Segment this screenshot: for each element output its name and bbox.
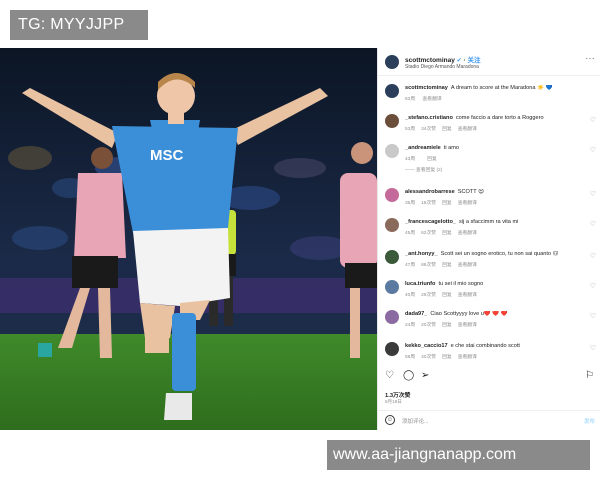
comment-text: e che stai combinando scott (450, 343, 520, 349)
post-button[interactable]: 发布 (584, 417, 595, 425)
translate-link[interactable]: 查看翻译 (422, 97, 441, 102)
heart-icon[interactable]: ♡ (590, 312, 596, 320)
avatar[interactable] (385, 310, 399, 324)
translate-link[interactable]: 查看翻译 (458, 127, 477, 132)
post-location[interactable]: Stadio Diego Armando Maradona (405, 64, 479, 70)
follow-button[interactable]: 关注 (468, 57, 481, 64)
comment-user[interactable]: _francescagelotto_ (405, 219, 456, 225)
translate-link[interactable]: 查看翻译 (458, 201, 477, 206)
comment-time: 45周 (405, 231, 416, 236)
reply-link[interactable]: 回复 (442, 323, 452, 328)
watermark-bottom: www.aa-jiangnanapp.com (327, 440, 590, 470)
avatar[interactable] (385, 280, 399, 294)
avatar[interactable] (385, 55, 399, 69)
comment-text: Ciao Scottyyyy love u❤️ ❤️ ❤️ (430, 311, 508, 317)
reply-link[interactable]: 回复 (442, 293, 452, 298)
comment-user[interactable]: _ant.honyy_ (405, 251, 438, 257)
comment-item: _andreamiele ti amo 43周 回复 ♡ —— 查看回复 (2) (378, 144, 600, 174)
comment-user[interactable]: _stefano.cristiano (405, 115, 453, 121)
comment-text: Scott sei un sogno erotico, tu non sai q… (440, 251, 559, 257)
reply-link[interactable]: 回复 (442, 263, 452, 268)
comment-item: alessandrobarrese SCOTT 😍 35周 18次赞 回复 查看翻译 ♡ (378, 188, 600, 218)
caption-time: 63周 (405, 97, 416, 102)
caption: scottmctominay A dream to score at the Ma… (378, 84, 600, 114)
comment-time: 43周 (405, 157, 416, 162)
comment-time: 58周 (405, 355, 416, 360)
share-icon[interactable]: ➢ (421, 370, 429, 382)
comment-text: SCOTT 😍 (457, 189, 485, 195)
view-replies-link[interactable]: —— 查看回复 (2) (405, 166, 442, 173)
likes-count[interactable]: 1.3万次赞 (385, 390, 410, 399)
comment-time: 47周 (405, 263, 416, 268)
comment-item: dada97_ Ciao Scottyyyy love u❤️ ❤️ ❤️ 24周 2… (378, 310, 600, 340)
reply-link[interactable]: 回复 (442, 201, 452, 206)
caption-user[interactable]: scottmctominay (405, 85, 448, 91)
reply-link[interactable]: 回复 (442, 127, 452, 132)
post-username[interactable]: scottmctominay (405, 57, 455, 64)
action-bar: ♡ ◯ ➢ ⚐ (378, 368, 600, 386)
translate-link[interactable]: 查看翻译 (458, 293, 477, 298)
add-comment-bar: ☺ 添加评论... 发布 (378, 410, 600, 430)
avatar[interactable] (385, 114, 399, 128)
translate-link[interactable]: 查看翻译 (458, 263, 477, 268)
comment-input[interactable]: 添加评论... (402, 417, 429, 425)
comment-likes[interactable]: 40次赞 (421, 355, 436, 360)
heart-icon[interactable]: ♡ (590, 146, 596, 154)
translate-link[interactable]: 查看翻译 (458, 323, 477, 328)
heart-icon[interactable]: ♡ (590, 220, 596, 228)
post-header: scottmctominay ✔ · 关注 Stadio Diego Arman… (378, 48, 600, 76)
comment-text: ti amo (443, 145, 459, 151)
heart-icon[interactable]: ♡ (385, 370, 394, 382)
comment-time: 53周 (405, 127, 416, 132)
comment-likes[interactable]: 34次赞 (421, 127, 436, 132)
avatar[interactable] (385, 144, 399, 158)
comment-user[interactable]: _andreamiele (405, 145, 441, 151)
translate-link[interactable]: 查看翻译 (458, 231, 477, 236)
avatar[interactable] (385, 218, 399, 232)
comment-likes[interactable]: 18次赞 (421, 201, 436, 206)
caption-text: A dream to score at the Maradona ☀️ 💙 (450, 85, 553, 91)
comment-user[interactable]: dada97_ (405, 311, 427, 317)
comment-text: come faccio a dare torto a Roggero (455, 115, 544, 121)
comment-user[interactable]: luca.triunfo (405, 281, 435, 287)
emoji-icon[interactable]: ☺ (385, 415, 395, 425)
reply-link[interactable]: 回复 (427, 157, 437, 162)
comment-icon[interactable]: ◯ (403, 370, 414, 382)
comment-time: 35周 (405, 201, 416, 206)
comment-text: sij a sfaccimm ra vita mi (459, 219, 519, 225)
comment-user[interactable]: kekko_caccio17 (405, 343, 448, 349)
bookmark-icon[interactable]: ⚐ (585, 370, 594, 382)
heart-icon[interactable]: ♡ (590, 116, 596, 124)
comment-time: 24周 (405, 323, 416, 328)
heart-icon[interactable]: ♡ (590, 252, 596, 260)
comment-item: _ant.honyy_ Scott sei un sogno erotico, t… (378, 250, 600, 280)
heart-icon[interactable]: ♡ (590, 282, 596, 290)
heart-icon[interactable]: ♡ (590, 344, 596, 352)
avatar[interactable] (385, 250, 399, 264)
avatar[interactable] (385, 342, 399, 356)
post-panel: scottmctominay ✔ · 关注 Stadio Diego Arman… (377, 48, 600, 430)
heart-icon[interactable]: ♡ (590, 190, 596, 198)
avatar[interactable] (385, 188, 399, 202)
translate-link[interactable]: 查看翻译 (458, 355, 477, 360)
avatar[interactable] (385, 84, 399, 98)
watermark-top: TG: MYYJJPP (10, 10, 148, 40)
post-photo: MSC (0, 48, 377, 430)
comment-likes[interactable]: 29次赞 (421, 293, 436, 298)
comment-likes[interactable]: 88次赞 (421, 263, 436, 268)
reply-link[interactable]: 回复 (442, 355, 452, 360)
comment-item: _stefano.cristiano come faccio a dare tor… (378, 114, 600, 144)
comment-user[interactable]: alessandrobarrese (405, 189, 455, 195)
post-date: 6月18日 (385, 399, 402, 404)
more-options-icon[interactable]: ··· (586, 54, 596, 63)
comment-time: 40周 (405, 293, 416, 298)
comment-text: tu sei il mio sogno (438, 281, 484, 287)
comment-item: luca.triunfo tu sei il mio sogno 40周 29次赞 回复… (378, 280, 600, 310)
comment-item: _francescagelotto_ sij a sfaccimm ra vita… (378, 218, 600, 248)
shirt-sponsor: MSC (150, 147, 184, 164)
comment-likes[interactable]: 20次赞 (421, 323, 436, 328)
comment-likes[interactable]: 62次赞 (421, 231, 436, 236)
reply-link[interactable]: 回复 (442, 231, 452, 236)
